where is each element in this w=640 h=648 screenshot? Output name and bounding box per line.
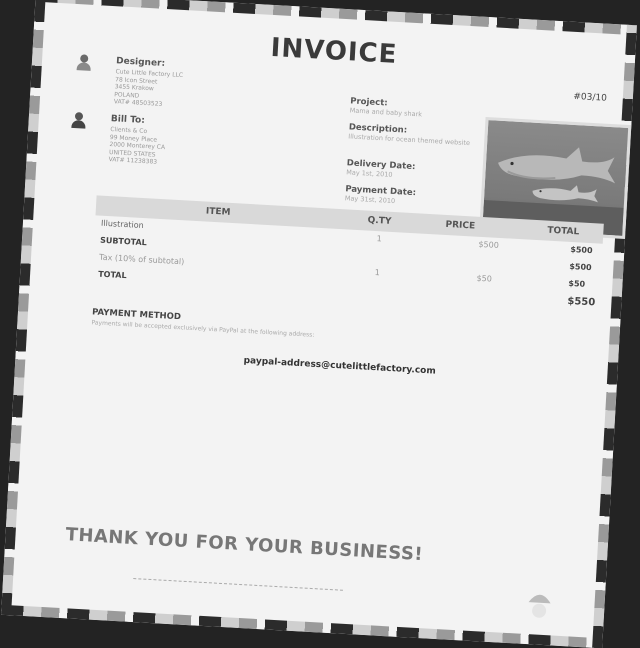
delivery-date-field: Delivery Date: May 1st, 2010 (346, 158, 477, 183)
thank-you-message: THANK YOU FOR YOUR BUSINESS! (65, 524, 424, 566)
project-field: Project: Mama and baby shark (350, 96, 481, 121)
item-price: $500 (478, 239, 500, 250)
invoice-number: #03/10 (573, 91, 608, 104)
signature-line (133, 578, 343, 591)
corner-decoration (528, 594, 551, 618)
designer-address: Cute Little Factory LLC 78 Icon Street 3… (114, 68, 184, 109)
tax-label: Tax (10% of subtotal) (98, 252, 185, 267)
tax-price: $50 (476, 273, 493, 284)
designer-label: Designer: (115, 56, 166, 70)
grand-total-value: $550 (567, 295, 596, 309)
description-field: Description: Illustration for ocean them… (348, 122, 479, 147)
item-name: Illustration (100, 218, 144, 231)
payment-date-value: May 31st, 2010 (344, 194, 396, 206)
subtotal-label: SUBTOTAL (99, 235, 148, 248)
airmail-border-bottom (1, 604, 603, 648)
airmail-border-right (592, 24, 637, 648)
col-qty: Q.TY (367, 215, 392, 227)
designer-avatar-icon (76, 54, 93, 71)
col-total: TOTAL (547, 225, 580, 238)
airmail-border-left (1, 0, 46, 616)
item-total: $500 (570, 244, 593, 256)
tax-qty: 1 (374, 268, 381, 278)
paypal-address: paypal-address@cutelittlefactory.com (243, 355, 436, 377)
col-price: PRICE (445, 219, 476, 232)
item-qty: 1 (376, 234, 382, 244)
payment-method-text: Payments will be accepted exclusively vi… (91, 319, 315, 339)
total-label: TOTAL (97, 269, 127, 281)
invoice-page: INVOICE #03/10 Designer: Cute Little Fac… (1, 0, 637, 648)
bill-to-address: Clients & Co 99 Money Place 2000 Montere… (108, 126, 166, 167)
payment-date-field: Payment Date: May 31st, 2010 (344, 184, 476, 209)
bill-to-label: Bill To: (110, 114, 146, 126)
tax-total: $50 (568, 278, 586, 289)
delivery-date-value: May 1st, 2010 (346, 168, 393, 179)
col-item: ITEM (205, 206, 231, 218)
client-avatar-icon (70, 112, 87, 129)
subtotal-value: $500 (569, 261, 592, 273)
